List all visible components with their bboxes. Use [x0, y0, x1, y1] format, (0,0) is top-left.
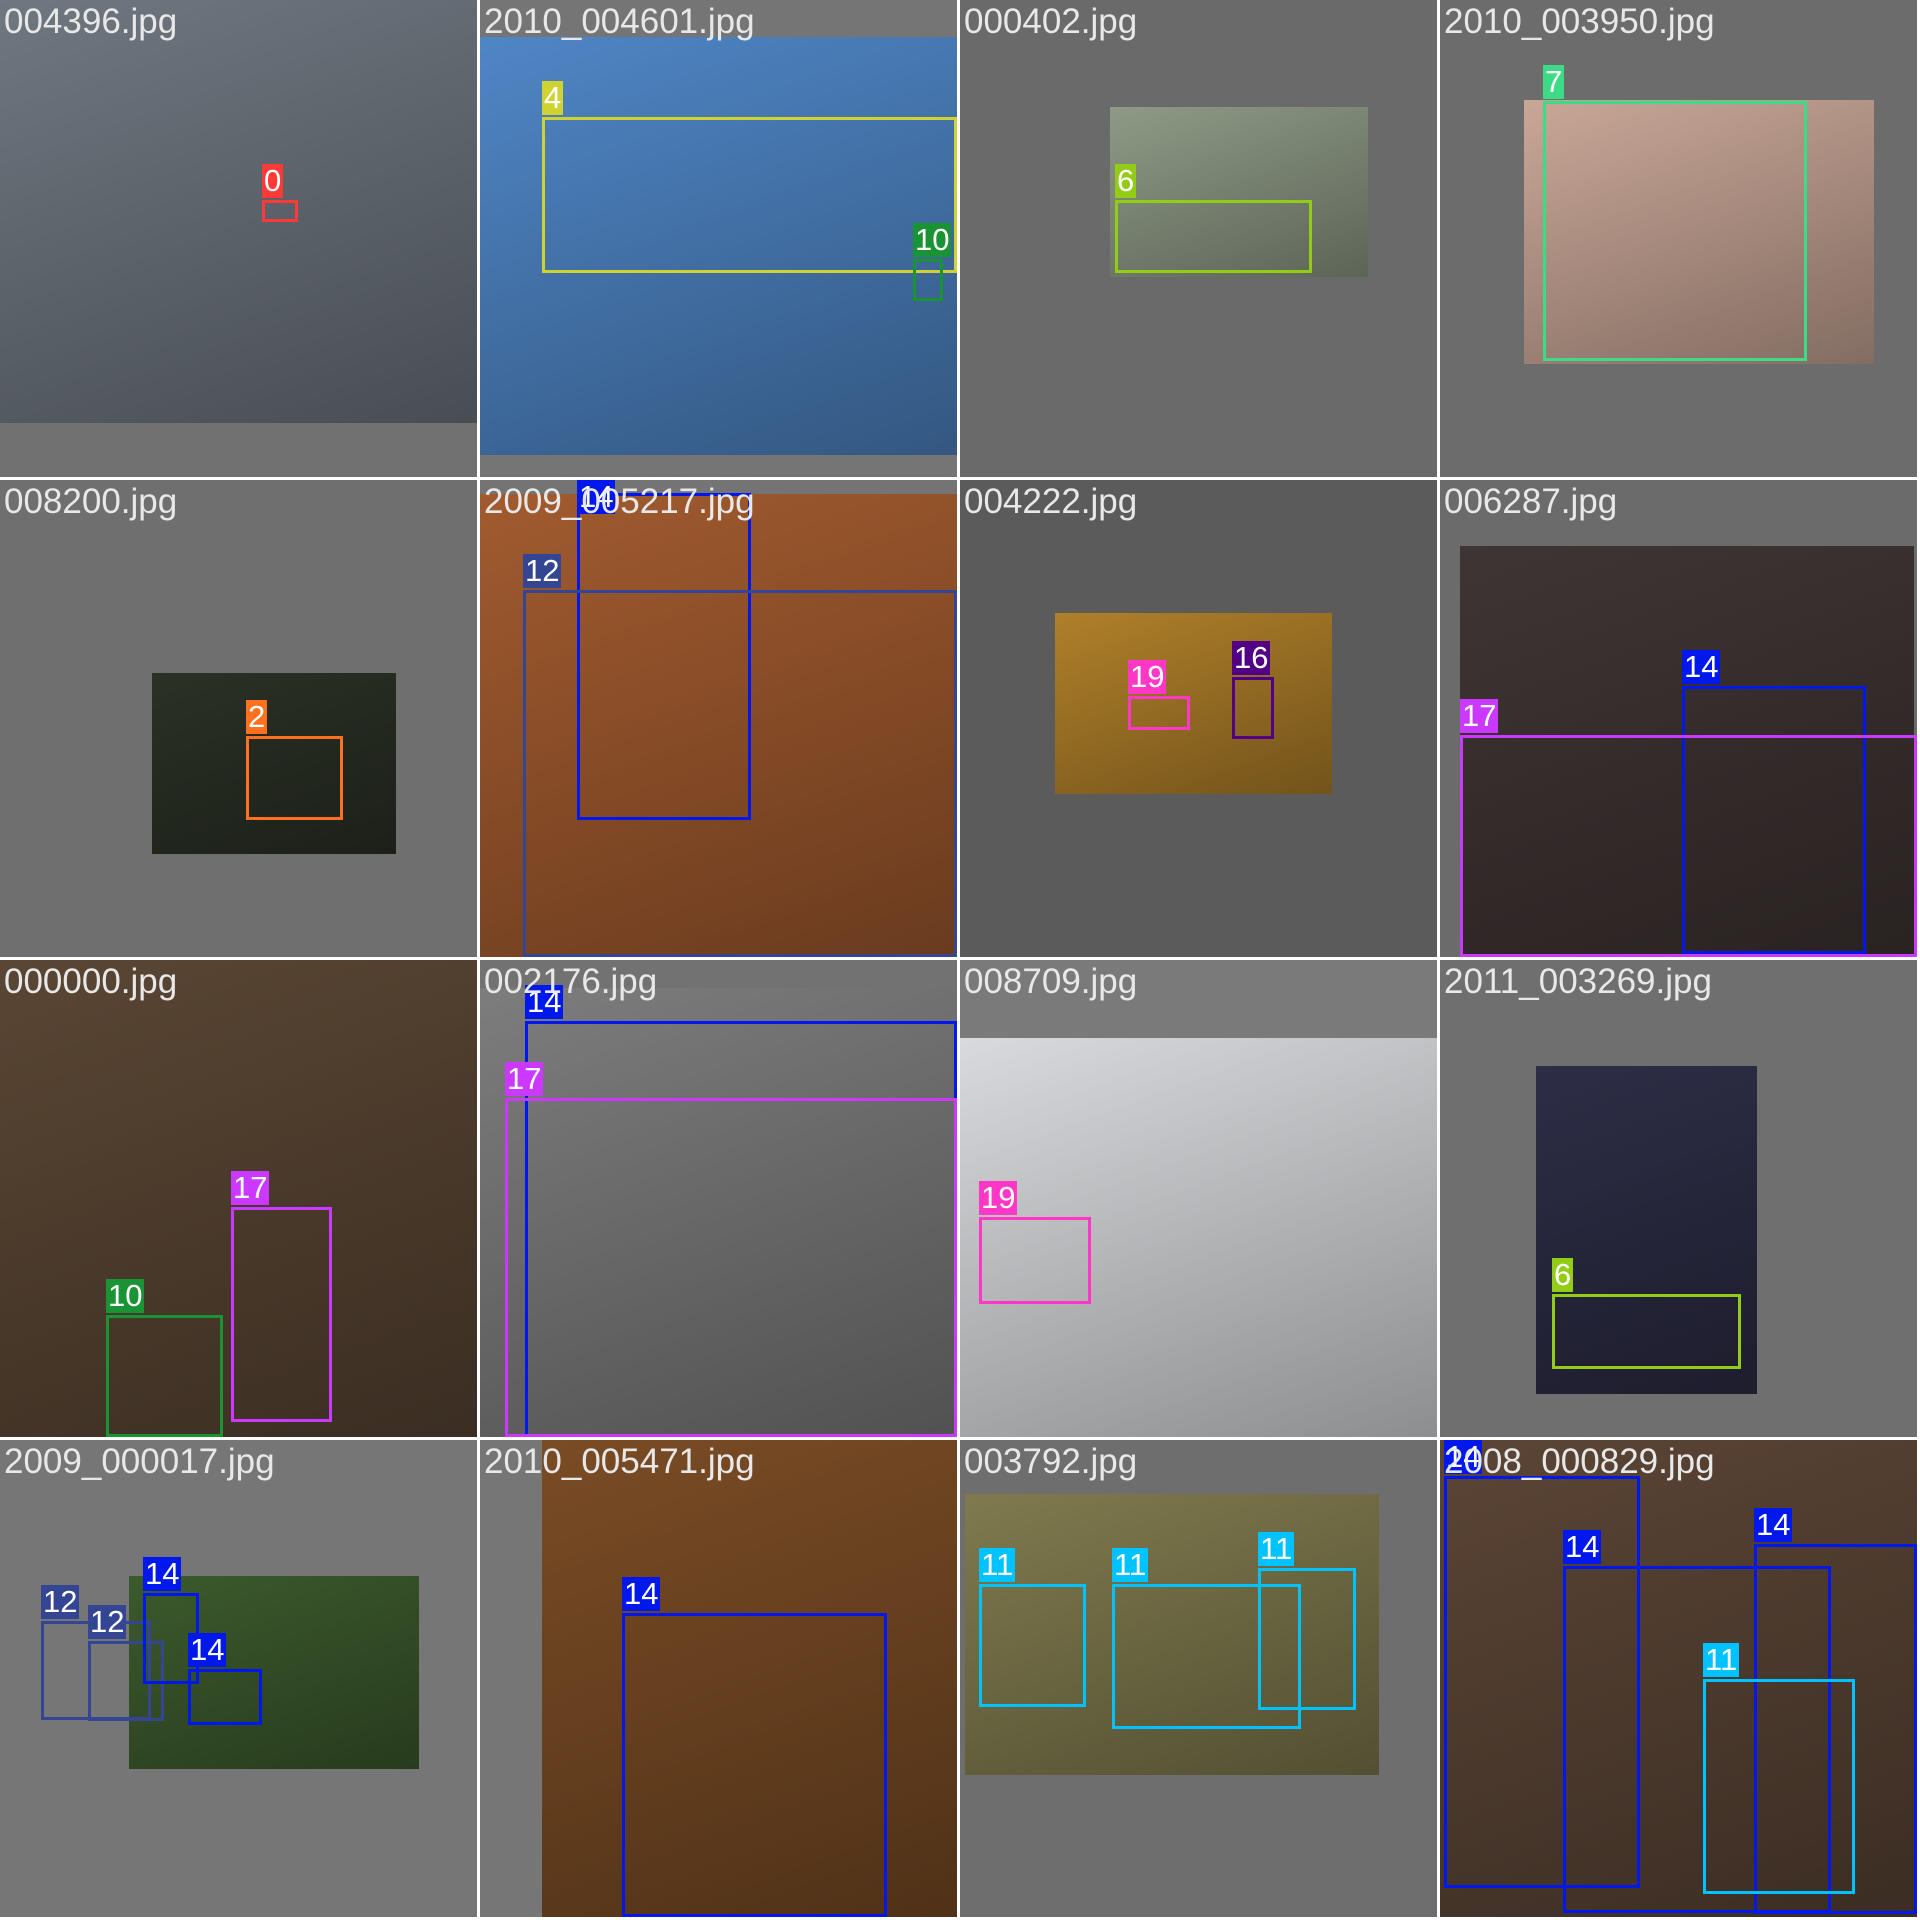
bounding-box: [979, 1217, 1091, 1304]
bounding-box: [231, 1207, 332, 1422]
image-tile: 2008_000829.jpg 14 14 14 11: [1440, 1440, 1917, 1917]
filename-label: 2011_003269.jpg: [1444, 962, 1712, 1001]
class-label: 10: [106, 1278, 145, 1313]
bounding-box: [246, 736, 343, 820]
bounding-box: [622, 1613, 887, 1917]
filename-label: 000402.jpg: [964, 2, 1138, 41]
class-label: 2: [246, 699, 268, 734]
bounding-box: [1232, 677, 1274, 739]
filename-label: 2010_004601.jpg: [484, 2, 755, 41]
bounding-box: [1703, 1679, 1855, 1894]
filename-label: 004396.jpg: [4, 2, 178, 41]
filename-label: 006287.jpg: [1444, 482, 1618, 521]
image-tile: 006287.jpg 14 17: [1440, 480, 1917, 957]
filename-label: 008200.jpg: [4, 482, 178, 521]
filename-label: 2009_000017.jpg: [4, 1442, 275, 1481]
class-label: 14: [1682, 649, 1721, 684]
image-tile: 004222.jpg 19 16: [960, 480, 1437, 957]
filename-label: 002176.jpg: [484, 962, 658, 1001]
bounding-box: [505, 1098, 957, 1437]
filename-label: 2008_000829.jpg: [1444, 1442, 1715, 1481]
bounding-box: [542, 117, 957, 273]
class-label: 17: [231, 1170, 270, 1205]
image-tile: 004396.jpg 0: [0, 0, 477, 477]
photo: [0, 0, 477, 423]
image-tile: 2010_003950.jpg 7: [1440, 0, 1917, 477]
image-tile: 008709.jpg 19: [960, 960, 1437, 1437]
class-label: 16: [1232, 640, 1271, 675]
bounding-box: [523, 590, 957, 957]
filename-label: 003792.jpg: [964, 1442, 1138, 1481]
bounding-box: [979, 1584, 1086, 1707]
class-label: 11: [1112, 1547, 1149, 1582]
class-label: 17: [1460, 698, 1499, 733]
class-label: 14: [188, 1632, 227, 1667]
bounding-box: [1115, 200, 1312, 273]
bounding-box: [913, 259, 943, 301]
photo: [1055, 613, 1332, 794]
image-tile: 2009_000017.jpg 12 12 14 14: [0, 1440, 477, 1917]
mosaic-grid: 004396.jpg 0 2010_004601.jpg 4 10 000402.jpg 6…: [0, 0, 1920, 1920]
class-label: 4: [542, 80, 564, 115]
class-label: 6: [1552, 1257, 1574, 1292]
bounding-box: [1128, 696, 1190, 730]
class-label: 10: [913, 222, 952, 257]
class-label: 11: [979, 1547, 1016, 1582]
image-tile: 2009_005217.jpg 14 12: [480, 480, 957, 957]
bounding-box: [262, 200, 298, 222]
class-label: 19: [1128, 659, 1167, 694]
filename-label: 2010_003950.jpg: [1444, 2, 1715, 41]
class-label: 12: [523, 553, 562, 588]
image-tile: 002176.jpg 14 17: [480, 960, 957, 1437]
image-tile: 2010_005471.jpg 14: [480, 1440, 957, 1917]
image-tile: 003792.jpg 11 11 11: [960, 1440, 1437, 1917]
image-tile: 000000.jpg 17 10: [0, 960, 477, 1437]
class-label: 0: [262, 163, 284, 198]
bounding-box: [1460, 735, 1917, 957]
filename-label: 004222.jpg: [964, 482, 1138, 521]
bounding-box: [1552, 1294, 1741, 1369]
filename-label: 000000.jpg: [4, 962, 178, 1001]
image-tile: 000402.jpg 6: [960, 0, 1437, 477]
class-label: 7: [1543, 64, 1565, 99]
class-label: 11: [1703, 1642, 1740, 1677]
class-label: 11: [1258, 1531, 1295, 1566]
class-label: 14: [1563, 1529, 1602, 1564]
class-label: 14: [622, 1576, 661, 1611]
filename-label: 2010_005471.jpg: [484, 1442, 755, 1481]
bounding-box: [1258, 1568, 1356, 1710]
class-label: 19: [979, 1180, 1018, 1215]
bounding-box: [188, 1669, 262, 1725]
image-tile: 2010_004601.jpg 4 10: [480, 0, 957, 477]
class-label: 12: [88, 1604, 127, 1639]
image-tile: 2011_003269.jpg 6: [1440, 960, 1917, 1437]
filename-label: 2009_005217.jpg: [484, 482, 755, 521]
bounding-box: [106, 1315, 223, 1437]
bounding-box: [1543, 101, 1807, 361]
class-label: 14: [143, 1556, 182, 1591]
class-label: 6: [1115, 163, 1137, 198]
filename-label: 008709.jpg: [964, 962, 1138, 1001]
class-label: 17: [505, 1061, 544, 1096]
class-label: 12: [41, 1584, 80, 1619]
class-label: 14: [1754, 1507, 1793, 1542]
image-tile: 008200.jpg 2: [0, 480, 477, 957]
